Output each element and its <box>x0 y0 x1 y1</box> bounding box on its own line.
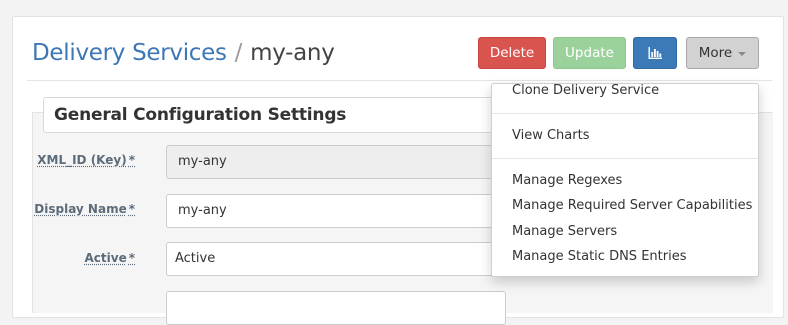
more-dropdown-menu: Clone Delivery Service View Charts Manage … <box>491 83 759 277</box>
header-divider <box>27 80 772 81</box>
menu-divider <box>492 113 758 114</box>
caret-down-icon <box>738 52 747 56</box>
xml-id-label[interactable]: XML_ID (Key) * <box>37 153 135 167</box>
menu-item-manage-required-server-capabilities[interactable]: Manage Required Server Capabilities <box>512 199 752 213</box>
required-marker: * <box>128 251 135 265</box>
active-label[interactable]: Active * <box>85 251 136 265</box>
display-name-label-text: Display Name <box>34 202 127 216</box>
display-name-label[interactable]: Display Name * <box>34 202 135 216</box>
required-marker: * <box>128 153 135 167</box>
xml-id-label-text: XML_ID (Key) <box>37 153 127 167</box>
display-name-input[interactable]: my-any <box>166 194 506 228</box>
active-select[interactable]: Active <box>166 242 506 276</box>
menu-divider <box>492 158 758 159</box>
required-marker: * <box>128 202 135 216</box>
breadcrumb-separator: / <box>234 40 243 66</box>
breadcrumb-current: my-any <box>250 40 335 66</box>
menu-item-clone-delivery-service[interactable]: Clone Delivery Service <box>512 84 659 98</box>
active-label-text: Active <box>84 251 127 265</box>
update-button[interactable]: Update <box>553 37 626 69</box>
breadcrumb: Delivery Services / my-any <box>32 36 335 70</box>
general-configuration-section-title: General Configuration Settings <box>43 97 513 133</box>
menu-item-manage-regexes[interactable]: Manage Regexes <box>512 174 622 188</box>
menu-item-view-charts[interactable]: View Charts <box>512 129 589 143</box>
charts-button[interactable] <box>633 37 677 69</box>
bar-chart-icon <box>648 47 662 59</box>
xml-id-input[interactable]: my-any <box>166 145 506 179</box>
breadcrumb-delivery-services-link[interactable]: Delivery Services <box>32 40 227 66</box>
more-dropdown-button[interactable]: More <box>686 37 759 69</box>
more-button-label: More <box>698 45 733 61</box>
menu-item-manage-servers[interactable]: Manage Servers <box>512 225 617 239</box>
next-field-input[interactable] <box>166 291 506 325</box>
delete-button[interactable]: Delete <box>478 37 546 69</box>
menu-item-manage-static-dns-entries[interactable]: Manage Static DNS Entries <box>512 250 686 264</box>
